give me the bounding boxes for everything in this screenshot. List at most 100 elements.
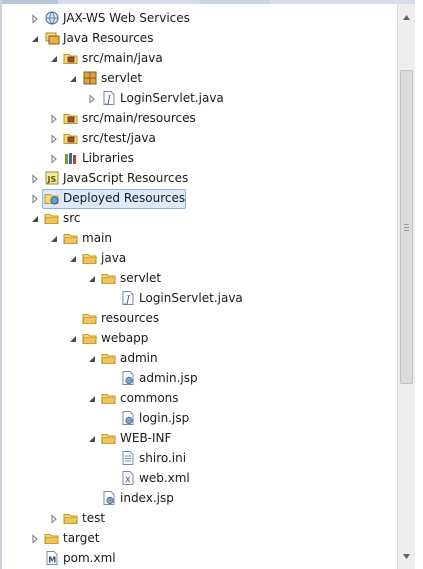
tree-item[interactable]: Libraries	[2, 148, 397, 168]
expanded-twisty-icon[interactable]	[68, 73, 78, 83]
source-folder-icon	[63, 110, 79, 126]
tree-item[interactable]: webapp	[2, 328, 397, 348]
tree-item-label: java	[101, 251, 127, 265]
expanded-twisty-icon[interactable]	[68, 253, 78, 263]
folder-icon	[63, 230, 79, 246]
tree-item-label: WEB-INF	[120, 431, 172, 445]
tree-item-label: commons	[120, 391, 179, 405]
expanded-twisty-icon[interactable]	[30, 213, 40, 223]
tree-item-label: main	[82, 231, 112, 245]
tree-item[interactable]: JAX-WS Web Services	[2, 8, 397, 28]
tree-item[interactable]: src	[2, 208, 397, 228]
java-file-icon: J	[101, 90, 117, 106]
expanded-twisty-icon[interactable]	[87, 393, 97, 403]
folder-icon	[101, 350, 117, 366]
tree-item-label: src	[63, 211, 81, 225]
collapsed-twisty-icon[interactable]	[49, 133, 59, 144]
expanded-twisty-icon[interactable]	[87, 273, 97, 283]
folder-icon	[82, 250, 98, 266]
tree-item[interactable]: Java Resources	[2, 28, 397, 48]
project-explorer-tree[interactable]: JAX-WS Web Services Java Resources src/mai…	[2, 4, 397, 569]
tree-item-label: login.jsp	[139, 411, 190, 425]
tree-item[interactable]: servlet	[2, 68, 397, 88]
tree-item[interactable]: Mpom.xml	[2, 548, 397, 568]
expanded-twisty-icon[interactable]	[49, 53, 59, 63]
tree-item-label: shiro.ini	[139, 451, 187, 465]
jsp-file-icon	[120, 370, 136, 386]
collapsed-twisty-icon[interactable]	[49, 513, 59, 524]
tree-item-label: Deployed Resources	[63, 191, 186, 205]
tree-item[interactable]: Deployed Resources	[2, 188, 397, 209]
tree-item[interactable]: Xweb.xml	[2, 468, 397, 488]
tree-item-label: servlet	[101, 71, 143, 85]
tree-item[interactable]: J LoginServlet.java	[2, 88, 397, 108]
expanded-twisty-icon[interactable]	[30, 33, 40, 43]
scrollbar-grip-line	[404, 227, 409, 228]
tree-item-label: JavaScript Resources	[63, 171, 189, 185]
tree-item[interactable]: JS JavaScript Resources	[2, 168, 397, 188]
expanded-twisty-icon[interactable]	[87, 433, 97, 443]
folder-icon	[101, 390, 117, 406]
tree-item[interactable]: test	[2, 508, 397, 528]
tree-item-label: webapp	[101, 331, 149, 345]
collapsed-twisty-icon[interactable]	[30, 533, 40, 544]
tree-item-label: web.xml	[139, 471, 190, 485]
folder-icon	[82, 330, 98, 346]
jsp-file-icon	[120, 410, 136, 426]
tree-item[interactable]: servlet	[2, 268, 397, 288]
source-folder-icon	[63, 130, 79, 146]
collapsed-twisty-icon[interactable]	[30, 173, 40, 184]
expanded-twisty-icon[interactable]	[68, 333, 78, 343]
tree-item-label: Libraries	[82, 151, 134, 165]
javascript-resources-icon: JS	[44, 170, 60, 186]
tree-item[interactable]: login.jsp	[2, 408, 397, 428]
maven-pom-icon: M	[44, 550, 60, 566]
vertical-scrollbar[interactable]	[397, 4, 415, 569]
tree-item[interactable]: target	[2, 528, 397, 548]
scroll-down-button[interactable]	[398, 548, 415, 565]
svg-text:JS: JS	[47, 175, 57, 184]
tree-item[interactable]: index.jsp	[2, 488, 397, 508]
tree-item-label: resources	[101, 311, 160, 325]
tree-item[interactable]: J LoginServlet.java	[2, 288, 397, 308]
scroll-up-button[interactable]	[398, 9, 415, 26]
xml-file-icon: X	[120, 470, 136, 486]
expanded-twisty-icon[interactable]	[49, 233, 59, 243]
scrollbar-grip-line	[404, 230, 409, 231]
expanded-twisty-icon[interactable]	[87, 353, 97, 363]
tree-item[interactable]: commons	[2, 388, 397, 408]
tree-item[interactable]: shiro.ini	[2, 448, 397, 468]
scrollbar-thumb[interactable]	[400, 70, 413, 384]
tree-item[interactable]: main	[2, 228, 397, 248]
tree-item-label: Java Resources	[63, 31, 154, 45]
tree-item-label: admin.jsp	[139, 371, 198, 385]
collapsed-twisty-icon[interactable]	[30, 13, 40, 24]
tree-item-label: LoginServlet.java	[139, 291, 243, 305]
tree-item[interactable]: src/main/java	[2, 48, 397, 68]
tree-item-label: LoginServlet.java	[120, 91, 224, 105]
svg-text:X: X	[125, 476, 131, 485]
view-right-margin	[415, 0, 423, 569]
tree-item[interactable]: admin.jsp	[2, 368, 397, 388]
tree-item[interactable]: admin	[2, 348, 397, 368]
tree-item[interactable]: WEB-INF	[2, 428, 397, 448]
deployed-resources-icon	[44, 190, 60, 206]
folder-icon	[82, 310, 98, 326]
tree-item-label: src/main/resources	[82, 111, 196, 125]
collapsed-twisty-icon[interactable]	[49, 153, 59, 164]
package-icon	[82, 70, 98, 86]
collapsed-twisty-icon[interactable]	[87, 93, 97, 104]
collapsed-twisty-icon[interactable]	[49, 113, 59, 124]
collapsed-twisty-icon[interactable]	[30, 193, 40, 204]
jsp-file-icon	[101, 490, 117, 506]
tree-item[interactable]: src/test/java	[2, 128, 397, 148]
java-file-icon: J	[120, 290, 136, 306]
libraries-icon	[63, 150, 79, 166]
scroll-up-arrow-icon	[403, 15, 410, 20]
ini-file-icon	[120, 450, 136, 466]
tree-item[interactable]: resources	[2, 308, 397, 328]
folder-icon	[44, 210, 60, 226]
tree-item[interactable]: src/main/resources	[2, 108, 397, 128]
tree-item[interactable]: java	[2, 248, 397, 268]
folder-icon	[101, 430, 117, 446]
